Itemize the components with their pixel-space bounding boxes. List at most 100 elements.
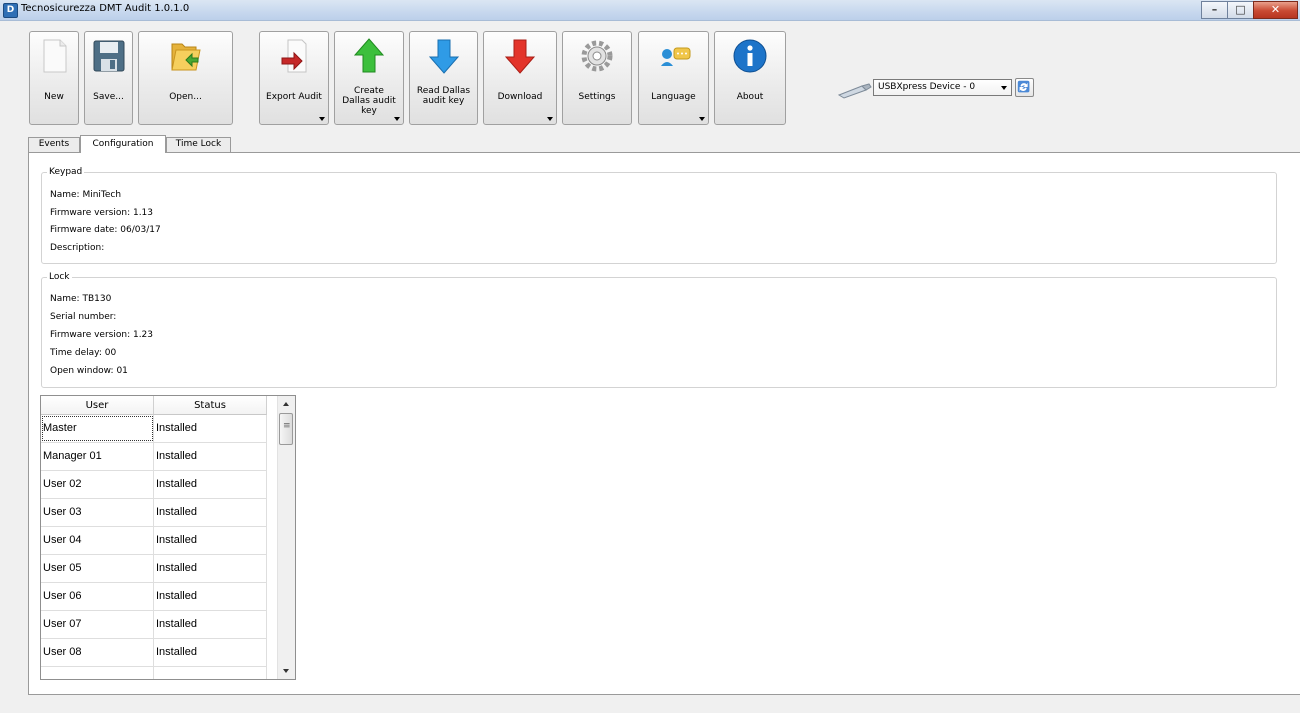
lock-firmware-version: Firmware version: 1.23 — [50, 330, 154, 340]
table-row[interactable]: Master Installed — [41, 415, 267, 443]
maximize-button[interactable]: □ — [1227, 1, 1254, 19]
lock-time-delay: Time delay: 00 — [50, 348, 117, 358]
new-document-icon — [43, 39, 67, 73]
chevron-down-icon — [394, 117, 400, 121]
keypad-firmware-version: Firmware version: 1.13 — [50, 208, 154, 218]
device-select[interactable]: USBXpress Device - 0 — [873, 79, 1012, 96]
save-button[interactable]: Save... — [84, 31, 133, 125]
keypad-name: Name: MiniTech — [50, 190, 122, 200]
about-button[interactable]: About — [714, 31, 786, 125]
status-cell[interactable]: Installed — [154, 583, 267, 610]
tab-events[interactable]: Events — [28, 137, 80, 152]
table-row[interactable]: User 05 Installed — [41, 555, 267, 583]
table-row[interactable] — [41, 667, 267, 679]
user-cell[interactable]: User 08 — [41, 639, 154, 666]
language-button[interactable]: Language — [638, 31, 709, 125]
export-audit-button[interactable]: Export Audit — [259, 31, 329, 125]
column-header-user[interactable]: User — [41, 396, 154, 415]
window-title: Tecnosicurezza DMT Audit 1.0.1.0 — [21, 3, 190, 14]
chevron-down-icon — [547, 117, 553, 121]
status-cell[interactable]: Installed — [154, 639, 267, 666]
status-cell[interactable]: Installed — [154, 443, 267, 470]
status-cell[interactable]: Installed — [154, 555, 267, 582]
table-row[interactable]: User 08 Installed — [41, 639, 267, 667]
table-row[interactable]: User 07 Installed — [41, 611, 267, 639]
new-button[interactable]: New — [29, 31, 79, 125]
users-grid-rows: Master Installed Manager 01 Installed Us… — [41, 415, 267, 679]
scroll-up-icon[interactable] — [278, 396, 295, 413]
chevron-down-icon[interactable] — [997, 80, 1011, 95]
usb-stick-icon — [837, 83, 872, 99]
scrollbar-thumb[interactable] — [279, 413, 293, 445]
scroll-down-icon[interactable] — [278, 662, 295, 679]
open-button[interactable]: Open... — [138, 31, 233, 125]
table-row[interactable]: Manager 01 Installed — [41, 443, 267, 471]
user-cell[interactable]: User 05 — [41, 555, 154, 582]
create-dallas-audit-key-button[interactable]: Create Dallas audit key — [334, 31, 404, 125]
green-up-arrow-icon — [353, 38, 385, 73]
users-grid[interactable]: User Status Master Installed Manager 01 … — [40, 395, 296, 680]
gear-icon — [581, 40, 613, 72]
status-cell[interactable]: Installed — [154, 611, 267, 638]
speech-bubble-icon — [660, 47, 690, 66]
read-dallas-audit-key-button[interactable]: Read Dallas audit key — [409, 31, 478, 125]
user-cell[interactable]: Manager 01 — [41, 443, 154, 470]
open-button-label: Open... — [169, 92, 202, 102]
create-dallas-audit-key-label: Create Dallas audit key — [342, 86, 396, 116]
lock-group-title: Lock — [47, 271, 72, 283]
minimize-button[interactable]: – — [1201, 1, 1228, 19]
table-row[interactable]: User 02 Installed — [41, 471, 267, 499]
table-row[interactable]: User 03 Installed — [41, 499, 267, 527]
app-icon: D — [3, 3, 18, 18]
lock-name: Name: TB130 — [50, 294, 112, 304]
user-cell[interactable]: User 02 — [41, 471, 154, 498]
language-label: Language — [651, 92, 696, 102]
user-cell[interactable]: User 03 — [41, 499, 154, 526]
floppy-disk-icon — [93, 40, 124, 72]
status-cell[interactable]: Installed — [154, 471, 267, 498]
folder-open-icon — [170, 43, 201, 71]
export-icon — [281, 39, 307, 73]
about-label: About — [736, 92, 764, 102]
table-row[interactable]: User 06 Installed — [41, 583, 267, 611]
close-icon: ✕ — [1270, 3, 1281, 16]
refresh-icon — [1017, 80, 1030, 93]
user-cell[interactable] — [41, 667, 154, 679]
save-button-label: Save... — [93, 92, 124, 102]
download-button[interactable]: Download — [483, 31, 557, 125]
user-cell[interactable]: Master — [41, 415, 154, 442]
user-cell[interactable]: User 07 — [41, 611, 154, 638]
settings-label: Settings — [578, 92, 616, 102]
status-cell[interactable] — [154, 667, 267, 679]
users-grid-header: User Status — [41, 396, 267, 415]
status-cell[interactable]: Installed — [154, 499, 267, 526]
new-button-label: New — [44, 92, 64, 102]
refresh-button[interactable] — [1015, 78, 1034, 97]
lock-group: Lock Name: TB130 Serial number: Firmware… — [41, 271, 1277, 388]
user-cell[interactable]: User 04 — [41, 527, 154, 554]
minimize-icon: – — [1211, 3, 1218, 16]
info-icon — [733, 39, 767, 73]
settings-button[interactable]: Settings — [562, 31, 632, 125]
status-cell[interactable]: Installed — [154, 415, 267, 442]
status-cell[interactable]: Installed — [154, 527, 267, 554]
title-bar: D Tecnosicurezza DMT Audit 1.0.1.0 – □ ✕ — [0, 0, 1300, 21]
keypad-description: Description: — [50, 243, 105, 253]
user-cell[interactable]: User 06 — [41, 583, 154, 610]
blue-down-arrow-icon — [428, 39, 459, 74]
users-grid-scrollbar[interactable] — [277, 396, 295, 679]
keypad-group-title: Keypad — [47, 166, 85, 178]
configuration-panel: Keypad Name: MiniTech Firmware version: … — [28, 152, 1300, 695]
window-controls: – □ ✕ — [1201, 1, 1298, 19]
export-audit-label: Export Audit — [266, 92, 322, 102]
tab-time-lock[interactable]: Time Lock — [166, 137, 231, 152]
close-button[interactable]: ✕ — [1253, 1, 1298, 19]
lock-serial-number: Serial number: — [50, 312, 117, 322]
tab-configuration[interactable]: Configuration — [80, 135, 166, 153]
chevron-down-icon — [319, 117, 325, 121]
red-down-arrow-icon — [504, 39, 536, 74]
maximize-icon: □ — [1235, 3, 1246, 16]
download-label: Download — [497, 92, 543, 102]
column-header-status[interactable]: Status — [154, 396, 267, 415]
table-row[interactable]: User 04 Installed — [41, 527, 267, 555]
